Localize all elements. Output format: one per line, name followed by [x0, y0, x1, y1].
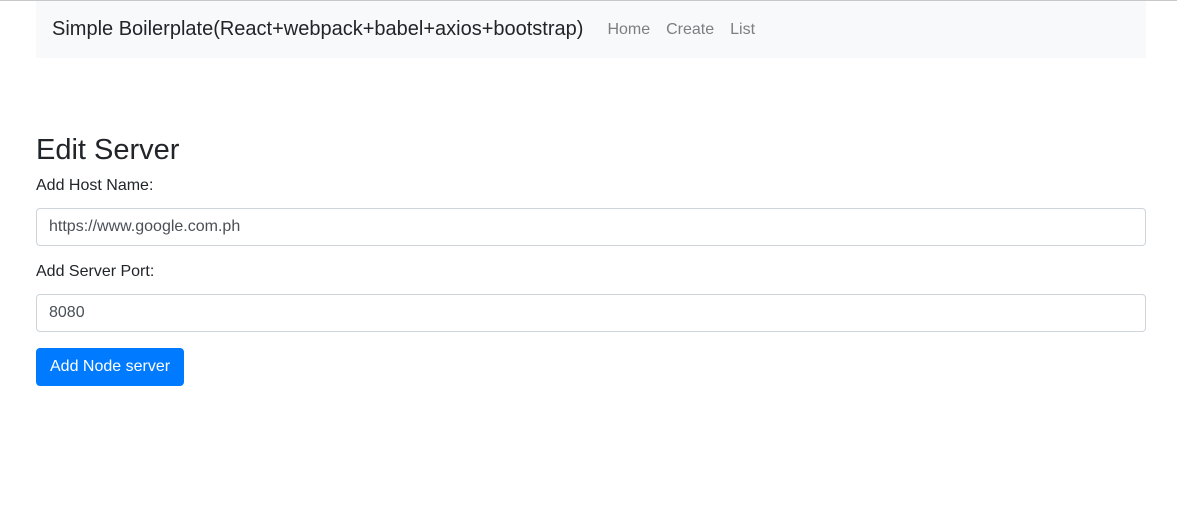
- nav-link-list[interactable]: List: [722, 21, 763, 39]
- host-name-input[interactable]: [36, 208, 1146, 246]
- navbar-brand[interactable]: Simple Boilerplate(React+webpack+babel+a…: [52, 18, 583, 41]
- host-name-group: Add Host Name:: [36, 176, 1146, 246]
- nav-links: Home Create List: [603, 21, 763, 39]
- server-port-label: Add Server Port:: [36, 263, 155, 280]
- server-port-input[interactable]: [36, 294, 1146, 332]
- page-title: Edit Server: [36, 134, 180, 166]
- server-port-group: Add Server Port:: [36, 262, 1146, 332]
- navbar: Simple Boilerplate(React+webpack+babel+a…: [36, 1, 1146, 58]
- edit-server-form: Add Host Name: Add Server Port: Add Node…: [36, 176, 1146, 386]
- nav-link-home[interactable]: Home: [603, 21, 658, 39]
- nav-link-create[interactable]: Create: [658, 21, 722, 39]
- main-content: Edit Server Add Host Name: Add Server Po…: [36, 58, 1146, 386]
- host-name-label: Add Host Name:: [36, 177, 154, 194]
- page-container: Simple Boilerplate(React+webpack+babel+a…: [36, 1, 1146, 386]
- add-node-server-button[interactable]: Add Node server: [36, 348, 185, 386]
